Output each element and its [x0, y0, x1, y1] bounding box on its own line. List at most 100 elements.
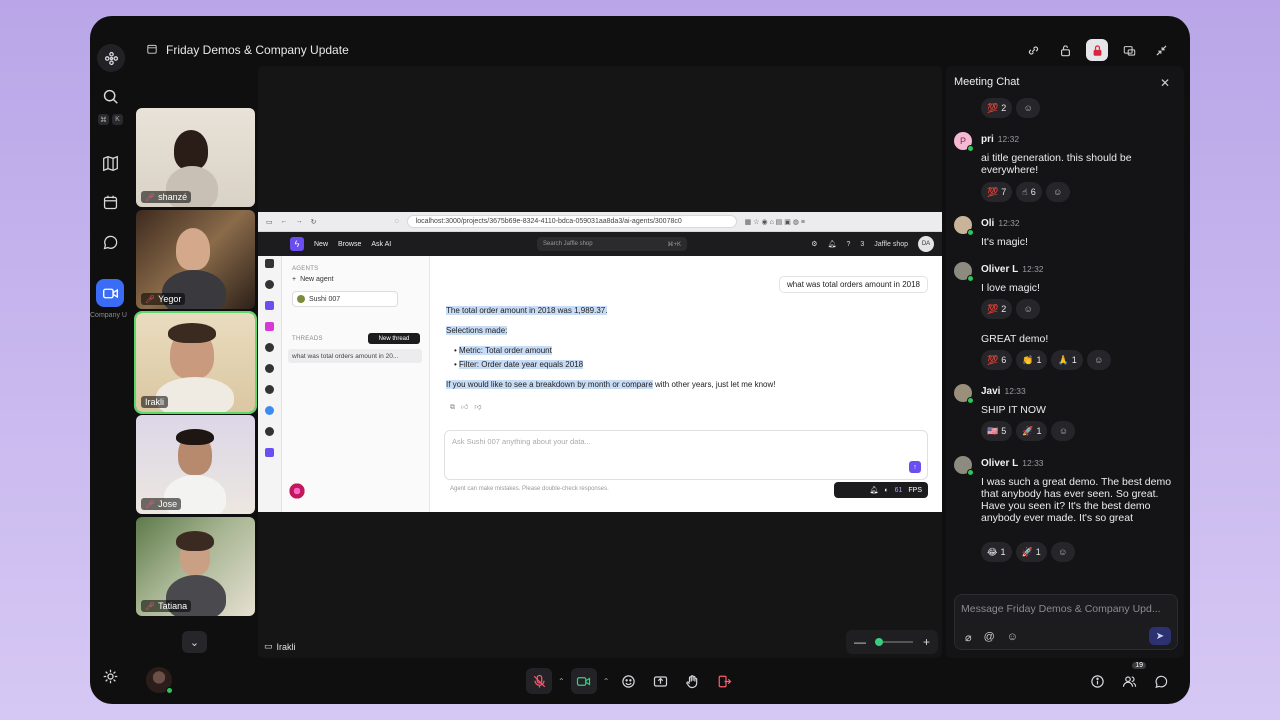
agents-panel: AGENTS + New agent Sushi 007 THREADS New … [282, 256, 430, 512]
reaction-emoji: 🇺🇸 [987, 425, 999, 436]
chevron-down-icon[interactable]: ⌄ [182, 631, 207, 653]
call-controls: ⌃ ⌃ [526, 668, 737, 694]
participant-tile[interactable]: 🎤︎ Yegor [136, 210, 255, 309]
avatar[interactable] [954, 262, 974, 282]
zoom-slider-knob[interactable] [875, 638, 884, 646]
participant-video [176, 228, 210, 270]
nav-new: New [314, 240, 329, 248]
reaction-chip[interactable]: 💯 6 [981, 350, 1013, 370]
map-icon[interactable] [96, 149, 124, 177]
pop-out-icon[interactable] [1118, 39, 1140, 61]
agent-select: Sushi 007 [292, 291, 398, 307]
message-text: SHIP IT NOW [981, 404, 1046, 416]
app-logo-icon[interactable] [97, 44, 125, 72]
chat-message-input[interactable] [961, 603, 1171, 615]
avatar[interactable] [954, 384, 974, 404]
reaction-chip[interactable]: 💯 7 [981, 182, 1013, 202]
leave-call-icon[interactable] [711, 668, 737, 694]
participant-tile[interactable]: 🎤︎ Tatiana [136, 517, 255, 616]
reaction-emoji: 👏 [1022, 354, 1034, 365]
zoom-out-button[interactable]: — [854, 635, 866, 649]
participant-name-tag: Irakli [141, 396, 169, 408]
info-icon[interactable] [1084, 668, 1110, 694]
mic-options-caret-icon[interactable]: ⌃ [558, 677, 565, 686]
agent-conversation: what was total orders amount in 2018 The… [430, 256, 942, 512]
participant-tile[interactable]: 🎤︎ Jose [136, 415, 255, 514]
paperclip-icon[interactable]: ⌀ [965, 631, 972, 644]
message-time: 12:32 [997, 134, 1020, 144]
participant-tile[interactable]: 🎤︎ shanzé [136, 108, 255, 207]
add-reaction-icon[interactable]: ☺ [1045, 182, 1070, 202]
reaction-chip[interactable]: 🙏 1 [1051, 350, 1083, 370]
add-reaction-icon[interactable]: ☺ [1086, 350, 1111, 370]
raise-hand-icon[interactable] [679, 668, 705, 694]
fps-label: FPS [908, 486, 922, 494]
participant-hair [168, 323, 216, 343]
sidebar-toggle-icon: ▭ [266, 218, 273, 226]
message-author: pri 12:32 [981, 134, 1019, 145]
online-dot [967, 275, 974, 282]
reaction-emoji: 😂 [987, 546, 998, 557]
avatar[interactable]: P [954, 132, 974, 152]
search-icon[interactable] [96, 82, 124, 110]
reaction-row: 💯 6 👏 1 🙏 1 ☺ [981, 350, 1111, 370]
reaction-chip[interactable]: 🇺🇸 5 [981, 421, 1013, 441]
emoji-icon[interactable]: ☺ [1007, 631, 1018, 644]
app-search-placeholder: Search Jaffle shop [543, 241, 593, 247]
answer-line-highlight: If you would like to see a breakdown by … [446, 380, 653, 389]
participant-name-tag: 🎤︎ shanzé [141, 191, 192, 203]
app-icon [265, 259, 274, 268]
left-rail: ⌘ K Company U [90, 16, 134, 704]
lock-icon[interactable] [1086, 39, 1108, 61]
reaction-row: 😂 1 🚀 1 ☺ [981, 542, 1075, 562]
avatar[interactable] [954, 456, 974, 476]
app-dock [258, 232, 282, 512]
zoom-in-button[interactable]: + [923, 635, 930, 649]
minimize-icon[interactable] [1150, 39, 1172, 61]
answer-line: Selections made: [446, 326, 508, 335]
chat-bubble-icon[interactable] [1148, 668, 1174, 694]
shared-screen[interactable]: ▭ ← → ↻ ◌ localhost:3000/projects/3675b6… [258, 212, 942, 512]
reaction-count: 6 [1030, 187, 1036, 197]
avatar[interactable] [954, 216, 974, 236]
send-icon[interactable]: ➤ [1149, 627, 1171, 645]
reaction-chip[interactable]: 😂 1 [981, 542, 1012, 562]
calendar-icon[interactable] [96, 188, 124, 216]
mention-icon[interactable]: @ [984, 631, 995, 644]
add-reaction-icon[interactable]: ☺ [1016, 98, 1041, 118]
link-icon[interactable] [1022, 39, 1044, 61]
cmd-key: ⌘ [98, 114, 109, 125]
reaction-chip[interactable]: 🚀 1 [1015, 542, 1047, 562]
zoom-slider[interactable] [875, 638, 914, 646]
add-reaction-icon[interactable]: ☺ [1016, 299, 1041, 319]
reaction-chip[interactable]: ☝ 6 [1016, 182, 1042, 202]
app-search-shortcut: ⌘+K [667, 241, 681, 248]
user-initials: DA [918, 236, 934, 252]
participant-tile-speaking[interactable]: Irakli [134, 311, 257, 414]
reaction-chip[interactable]: 💯 2 [981, 299, 1013, 319]
camera-on-icon[interactable] [570, 668, 597, 694]
add-reaction-icon[interactable]: ☺ [1051, 421, 1076, 441]
meeting-chat-panel: Meeting Chat ✕ 💯 2 ☺ P pri 12:32 ai title … [946, 66, 1184, 658]
reaction-chip[interactable]: 🚀 1 [1016, 421, 1048, 441]
message-time: 12:32 [998, 218, 1020, 228]
people-icon[interactable]: 19 [1116, 662, 1146, 694]
share-screen-icon[interactable] [647, 668, 673, 694]
reaction-chip[interactable]: 👏 1 [1016, 350, 1048, 370]
github-icon [265, 280, 274, 289]
message-text: I was such a great demo. The best demo t… [981, 476, 1172, 524]
close-icon[interactable]: ✕ [1160, 76, 1170, 90]
mic-off-icon[interactable] [526, 668, 552, 694]
camera-options-caret-icon[interactable]: ⌃ [603, 677, 610, 686]
meeting-room-video-icon[interactable] [96, 279, 124, 307]
unlock-icon[interactable] [1054, 39, 1076, 61]
chat-bubbles-icon[interactable] [96, 228, 124, 256]
threads-label: THREADS [292, 336, 323, 342]
forward-icon: → [295, 218, 303, 225]
ask-placeholder: Ask Sushi 007 anything about your data..… [452, 437, 591, 446]
monitor-icon: ▭ [264, 641, 273, 651]
reactions-emoji-icon[interactable] [615, 668, 641, 694]
reaction-chip[interactable]: 💯 2 [981, 98, 1013, 118]
add-reaction-icon[interactable]: ☺ [1050, 542, 1075, 562]
app-icon [265, 406, 274, 415]
